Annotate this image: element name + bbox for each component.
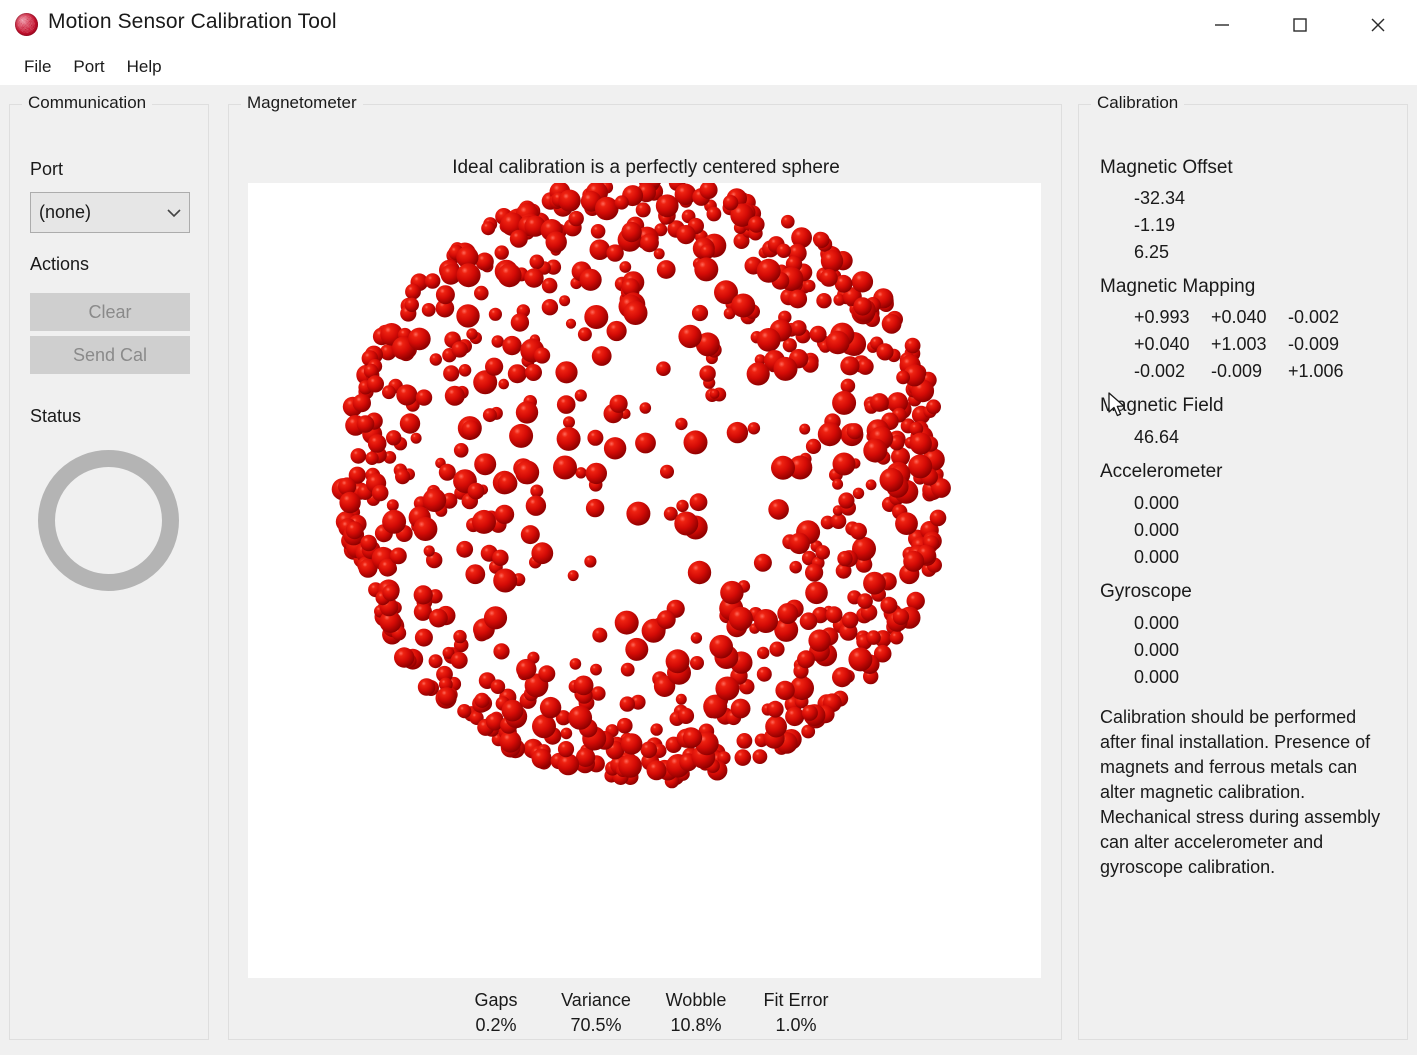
magnetometer-panel: Magnetometer Ideal calibration is a perf… [228, 104, 1062, 1040]
application-window: Motion Sensor Calibration Tool File Port… [0, 0, 1417, 1055]
port-select-value: (none) [31, 202, 159, 223]
port-label: Port [30, 159, 63, 180]
calibration-panel: Calibration Magnetic Offset -32.34 -1.19… [1078, 104, 1408, 1040]
accelerometer-x: 0.000 [1134, 493, 1179, 514]
mapping-0-0: +0.993 [1134, 307, 1211, 328]
title-bar: Motion Sensor Calibration Tool [0, 0, 1417, 49]
port-select[interactable]: (none) [30, 192, 190, 233]
metric-wobble-value: 10.8% [646, 1015, 746, 1036]
sphere-point-cloud [248, 183, 1041, 978]
magnetic-offset-y: -1.19 [1134, 215, 1175, 236]
magnetic-offset-x: -32.34 [1134, 188, 1185, 209]
menu-item-file[interactable]: File [14, 55, 63, 80]
gyroscope-y: 0.000 [1134, 640, 1179, 661]
close-button[interactable] [1339, 0, 1417, 49]
menu-bar: File Port Help [0, 49, 1417, 85]
gyroscope-x: 0.000 [1134, 613, 1179, 634]
metrics-row: Gaps 0.2% Variance 70.5% Wobble 10.8% Fi… [229, 990, 1063, 1036]
plot-caption: Ideal calibration is a perfectly centere… [229, 157, 1063, 179]
magnetic-field-value: 46.64 [1134, 427, 1179, 448]
metric-variance-label: Variance [546, 990, 646, 1011]
maximize-button[interactable] [1261, 0, 1339, 49]
metric-gaps-value: 0.2% [446, 1015, 546, 1036]
actions-label: Actions [30, 254, 89, 275]
mapping-2-1: -0.009 [1211, 361, 1288, 382]
chevron-down-icon [159, 207, 189, 219]
metric-fit-error-label: Fit Error [746, 990, 846, 1011]
mapping-2-2: +1.006 [1288, 361, 1365, 382]
magnetic-offset-z: 6.25 [1134, 242, 1169, 263]
status-indicator-ring [38, 450, 179, 591]
menu-item-help[interactable]: Help [117, 55, 174, 80]
mapping-0-2: -0.002 [1288, 307, 1365, 328]
communication-panel: Communication Port (none) Actions Clear … [9, 104, 209, 1040]
magnetic-mapping-row-2: -0.002 -0.009 +1.006 [1134, 361, 1365, 382]
menu-item-port[interactable]: Port [63, 55, 116, 80]
metric-gaps: Gaps 0.2% [446, 990, 546, 1036]
window-controls [1183, 0, 1417, 49]
main-content: Communication Port (none) Actions Clear … [0, 85, 1417, 1055]
communication-group-title: Communication [22, 93, 152, 113]
metric-gaps-label: Gaps [446, 990, 546, 1011]
minimize-button[interactable] [1183, 0, 1261, 49]
magnetic-mapping-row-0: +0.993 +0.040 -0.002 [1134, 307, 1365, 328]
metric-variance: Variance 70.5% [546, 990, 646, 1036]
magnetic-mapping-row-1: +0.040 +1.003 -0.009 [1134, 334, 1365, 355]
clear-button[interactable]: Clear [30, 293, 190, 331]
metric-wobble-label: Wobble [646, 990, 746, 1011]
send-cal-button[interactable]: Send Cal [30, 336, 190, 374]
metric-wobble: Wobble 10.8% [646, 990, 746, 1036]
accelerometer-y: 0.000 [1134, 520, 1179, 541]
accelerometer-label: Accelerometer [1100, 461, 1223, 483]
status-label: Status [30, 406, 81, 427]
mapping-2-0: -0.002 [1134, 361, 1211, 382]
metric-fit-error: Fit Error 1.0% [746, 990, 846, 1036]
mapping-1-1: +1.003 [1211, 334, 1288, 355]
mapping-1-0: +0.040 [1134, 334, 1211, 355]
metric-variance-value: 70.5% [546, 1015, 646, 1036]
magnetometer-group-title: Magnetometer [241, 93, 363, 113]
gyroscope-label: Gyroscope [1100, 581, 1192, 603]
mapping-1-2: -0.009 [1288, 334, 1365, 355]
magnetic-offset-label: Magnetic Offset [1100, 157, 1233, 179]
calibration-group-title: Calibration [1091, 93, 1184, 113]
metric-fit-error-value: 1.0% [746, 1015, 846, 1036]
gyroscope-z: 0.000 [1134, 667, 1179, 688]
window-title: Motion Sensor Calibration Tool [48, 10, 337, 34]
accelerometer-z: 0.000 [1134, 547, 1179, 568]
magnetometer-plot[interactable] [248, 183, 1041, 978]
calibration-note: Calibration should be performed after fi… [1100, 705, 1396, 880]
magnetic-field-label: Magnetic Field [1100, 395, 1224, 417]
app-sphere-icon [15, 13, 38, 36]
mapping-0-1: +0.040 [1211, 307, 1288, 328]
magnetic-mapping-label: Magnetic Mapping [1100, 276, 1255, 298]
